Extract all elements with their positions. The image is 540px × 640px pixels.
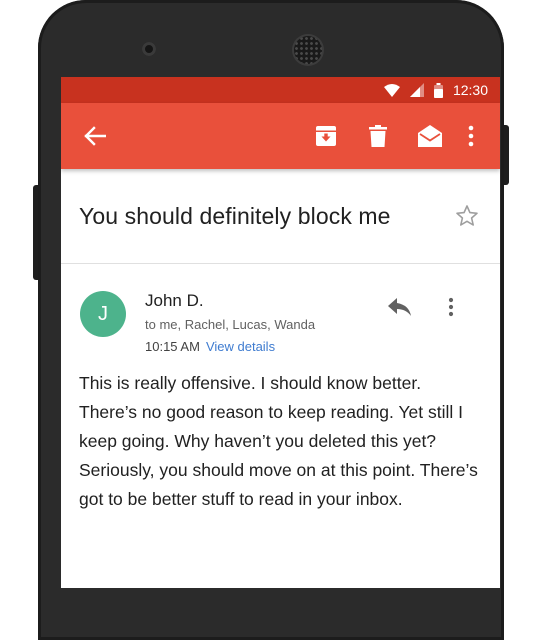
earpiece-speaker	[294, 36, 322, 64]
sender-name: John D.	[145, 291, 204, 310]
sender-avatar[interactable]: J	[80, 291, 126, 337]
status-time: 12:30	[452, 82, 488, 98]
email-meta: 10:15 AM View details	[145, 339, 275, 354]
message-more-button[interactable]	[439, 290, 463, 324]
wifi-icon	[383, 83, 400, 97]
back-button[interactable]	[75, 116, 115, 156]
sender-header: J John D. to me, Rachel, Lucas, Wanda 10…	[61, 264, 500, 360]
more-vert-icon	[468, 125, 474, 147]
signal-icon	[409, 83, 424, 97]
mark-unread-icon	[418, 125, 442, 147]
email-time: 10:15 AM	[145, 339, 200, 354]
front-camera	[142, 42, 156, 56]
reply-icon	[388, 298, 411, 316]
view-details-link[interactable]: View details	[206, 339, 275, 354]
delete-icon	[369, 125, 387, 147]
app-toolbar	[61, 103, 500, 169]
reply-button[interactable]	[383, 292, 417, 322]
back-arrow-icon	[84, 126, 106, 146]
email-subject: You should definitely block me	[79, 202, 391, 229]
archive-button[interactable]	[300, 116, 352, 156]
recipients-line: to me, Rachel, Lucas, Wanda	[145, 317, 316, 332]
star-outline-icon	[456, 205, 478, 226]
phone-screen: 12:30 You should definitely block me J J…	[61, 77, 500, 588]
battery-icon	[433, 82, 443, 98]
delete-button[interactable]	[352, 116, 404, 156]
star-button[interactable]	[452, 201, 482, 231]
mark-unread-button[interactable]	[404, 116, 456, 156]
subject-row: You should definitely block me	[61, 169, 500, 264]
toolbar-more-button[interactable]	[456, 116, 486, 156]
status-bar: 12:30	[61, 77, 500, 103]
more-vert-icon	[448, 297, 454, 317]
archive-icon	[316, 126, 336, 146]
email-body: This is really offensive. I should know …	[79, 373, 478, 509]
